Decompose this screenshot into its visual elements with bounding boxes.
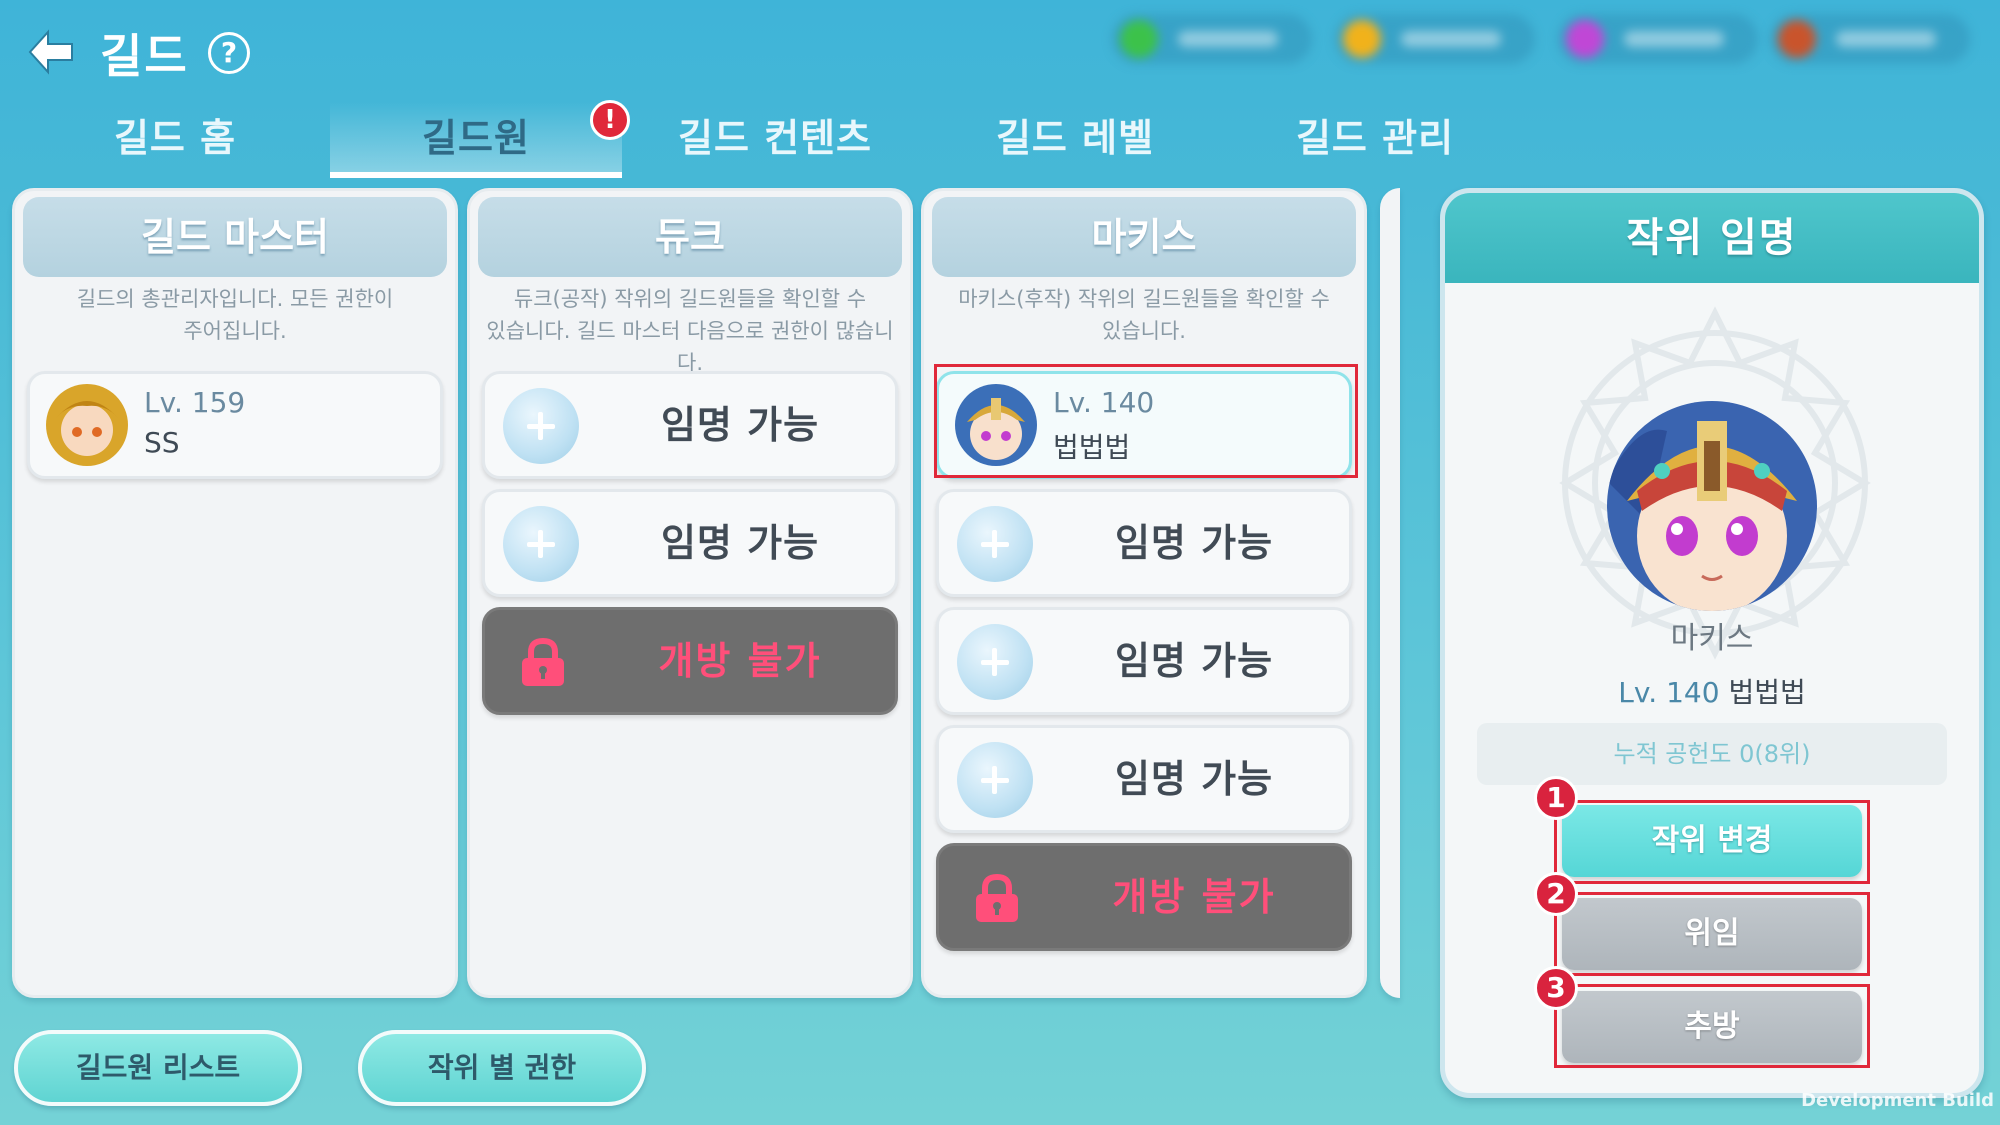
slot-label: 임명 가능 <box>660 403 820 447</box>
slot-label: 임명 가능 <box>660 521 820 565</box>
column-description: 길드의 총관리자입니다. 모든 권한이 주어집니다. <box>76 287 394 343</box>
annotation-badge-1: 1 <box>1534 776 1578 820</box>
rank-column-duke: 듀크 듀크(공작) 작위의 길드원들을 확인할 수 있습니다. 길드 마스터 다… <box>467 188 913 998</box>
stamina-icon <box>1778 20 1816 58</box>
column-description: 듀크(공작) 작위의 길드원들을 확인할 수 있습니다. 길드 마스터 다음으로… <box>486 287 894 375</box>
notification-badge: ! <box>590 100 630 140</box>
selected-member-level: Lv. 140 <box>1618 676 1720 709</box>
selected-rank-name: 마키스 <box>1670 621 1754 656</box>
tab-guild-level[interactable]: 길드 레벨 <box>950 102 1200 178</box>
slot-label: 임명 가능 <box>1114 757 1274 801</box>
annotation-box-2 <box>1554 892 1870 976</box>
currency-green[interactable] <box>1112 14 1312 64</box>
plus-icon <box>957 506 1033 582</box>
selected-member-name: 법법법 <box>1728 676 1806 709</box>
tab-guild-management[interactable]: 길드 관리 <box>1250 102 1500 178</box>
selected-member-info: Lv. 140 법법법 <box>1445 671 1979 711</box>
gem-green-icon <box>1120 20 1158 58</box>
back-arrow-icon[interactable] <box>26 28 76 76</box>
locked-slot: 개방 불가 <box>936 843 1352 951</box>
slot-label: 개방 불가 <box>658 639 822 683</box>
member-slot[interactable]: Lv. 159 SS <box>27 371 443 479</box>
column-title: 길드 마스터 <box>23 197 447 277</box>
contribution-display: 누적 공헌도 0(8위) <box>1477 723 1947 785</box>
plus-icon <box>957 624 1033 700</box>
slot-label: 임명 가능 <box>1114 639 1274 683</box>
appoint-slot[interactable]: 임명 가능 <box>936 725 1352 833</box>
plus-icon <box>503 506 579 582</box>
avatar <box>46 384 128 466</box>
annotation-badge-3: 3 <box>1534 966 1578 1010</box>
selection-highlight <box>934 364 1358 478</box>
next-column-edge[interactable] <box>1380 188 1400 998</box>
slot-label: 개방 불가 <box>1112 875 1276 919</box>
tab-guild-home[interactable]: 길드 홈 <box>55 102 295 178</box>
lock-icon <box>519 637 567 688</box>
annotation-box-1 <box>1554 800 1870 884</box>
locked-slot: 개방 불가 <box>482 607 898 715</box>
gem-purple-icon <box>1566 20 1604 58</box>
page-title: 길드 <box>100 29 189 83</box>
help-icon[interactable]: ? <box>208 32 250 74</box>
rank-permissions-button[interactable]: 작위 별 권한 <box>358 1030 646 1106</box>
appoint-slot[interactable]: 임명 가능 <box>482 371 898 479</box>
dev-build-watermark: Development Build <box>1801 1090 1994 1111</box>
member-level: Lv. 159 <box>144 386 246 419</box>
appoint-slot[interactable]: 임명 가능 <box>936 489 1352 597</box>
plus-icon <box>503 388 579 464</box>
rank-column-marquis: 마키스 마키스(후작) 작위의 길드원들을 확인할 수 있습니다. Lv. 14… <box>921 188 1367 998</box>
guild-member-list-button[interactable]: 길드원 리스트 <box>14 1030 302 1106</box>
column-title: 듀크 <box>478 197 902 277</box>
rank-column-guild-master: 길드 마스터 길드의 총관리자입니다. 모든 권한이 주어집니다. Lv. 15… <box>12 188 458 998</box>
appoint-slot[interactable]: 임명 가능 <box>482 489 898 597</box>
column-description: 마키스(후작) 작위의 길드원들을 확인할 수 있습니다. <box>958 287 1330 343</box>
member-name: SS <box>144 426 180 459</box>
tab-guild-contents[interactable]: 길드 컨텐츠 <box>640 102 910 178</box>
column-title: 마키스 <box>932 197 1356 277</box>
tab-bar: 길드 홈 길드원 길드 컨텐츠 길드 레벨 길드 관리 <box>0 102 2000 178</box>
selected-member-portrait <box>1607 401 1817 611</box>
slot-label: 임명 가능 <box>1114 521 1274 565</box>
plus-icon <box>957 742 1033 818</box>
currency-purple[interactable] <box>1558 14 1758 64</box>
currency-orange[interactable] <box>1770 14 1970 64</box>
currency-gold[interactable] <box>1335 14 1535 64</box>
lock-icon <box>973 873 1021 924</box>
annotation-badge-2: 2 <box>1534 872 1578 916</box>
gold-coin-icon <box>1343 20 1381 58</box>
appoint-slot[interactable]: 임명 가능 <box>936 607 1352 715</box>
annotation-box-3 <box>1554 984 1870 1068</box>
panel-title: 작위 임명 <box>1445 193 1979 283</box>
tab-guild-members[interactable]: 길드원 <box>330 102 622 178</box>
